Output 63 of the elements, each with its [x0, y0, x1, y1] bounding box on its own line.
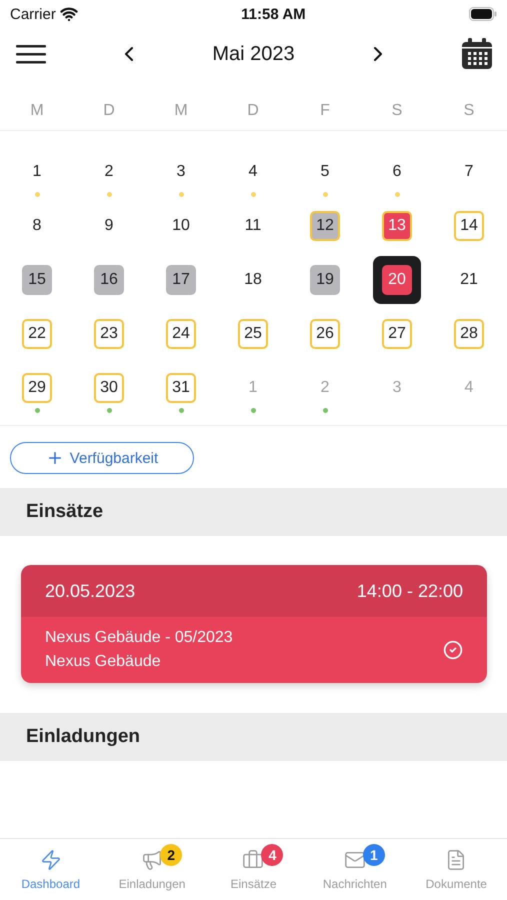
calendar-day[interactable]: 30: [94, 373, 124, 403]
calendar-day[interactable]: 4: [238, 157, 268, 187]
calendar-day[interactable]: 2: [94, 157, 124, 187]
calendar-day[interactable]: 7: [454, 157, 484, 187]
calendar-day[interactable]: 9: [94, 211, 124, 241]
wifi-icon: [60, 5, 78, 23]
calendar-day[interactable]: 22: [22, 319, 52, 349]
weekday-label: M: [30, 102, 44, 120]
weekday-label: D: [103, 102, 115, 120]
weekday-label: D: [247, 102, 259, 120]
tab-bar-item[interactable]: Nachrichten 1: [304, 839, 406, 900]
calendar-day[interactable]: 25: [238, 319, 268, 349]
tab-bar-item[interactable]: Einladungen 2: [101, 839, 203, 900]
calendar-day[interactable]: 27: [382, 319, 412, 349]
calendar-day[interactable]: 14: [454, 211, 484, 241]
calendar-day[interactable]: 17: [166, 265, 196, 295]
calendar-day[interactable]: 29: [22, 373, 52, 403]
availability-button[interactable]: Verfügbarkeit: [10, 442, 194, 474]
calendar-day[interactable]: 3: [166, 157, 196, 187]
check-circle-icon: [443, 640, 463, 660]
section-header: Einladungen: [0, 713, 507, 761]
calendar-day[interactable]: 24: [166, 319, 196, 349]
assignment-location: Nexus Gebäude: [45, 653, 162, 671]
calendar-day[interactable]: 23: [94, 319, 124, 349]
assignment-time: 14:00 - 22:00: [356, 580, 463, 602]
assignment-location: Nexus Gebäude - 05/2023: [45, 629, 233, 647]
weekday-label: S: [464, 102, 474, 120]
carrier-text: Carrier: [10, 6, 56, 22]
tab-bar-item[interactable]: Einsätze 4: [202, 839, 304, 900]
battery-icon: [468, 7, 497, 21]
count-badge: 2: [160, 844, 182, 866]
calendar-day[interactable]: 1: [22, 157, 52, 187]
megaphone-icon: [141, 849, 164, 871]
calendar-day[interactable]: 16: [94, 265, 124, 295]
calendar-icon[interactable]: [460, 38, 493, 70]
menu-icon[interactable]: [16, 44, 46, 64]
calendar-day[interactable]: 13: [382, 211, 412, 241]
calendar-day[interactable]: 10: [166, 211, 196, 241]
calendar-day[interactable]: 20: [382, 265, 412, 295]
calendar-day[interactable]: 12: [310, 211, 340, 241]
calendar-day[interactable]: 8: [22, 211, 52, 241]
weekday-label: M: [174, 102, 188, 120]
lightning-icon: [40, 849, 62, 871]
calendar-day[interactable]: 21: [454, 265, 484, 295]
calendar-day[interactable]: 15: [22, 265, 52, 295]
calendar-day[interactable]: 26: [310, 319, 340, 349]
weekday-label: S: [392, 102, 402, 120]
calendar-day[interactable]: 6: [382, 157, 412, 187]
count-badge: 4: [261, 844, 284, 866]
calendar-day[interactable]: 5: [310, 157, 340, 187]
section-header: Einsätze: [0, 488, 507, 536]
briefcase-icon: [242, 849, 264, 871]
assignment-date: 20.05.2023: [45, 580, 136, 602]
month-title: Mai 2023: [212, 42, 295, 66]
calendar-day[interactable]: 11: [238, 211, 268, 241]
calendar-day[interactable]: 18: [238, 265, 268, 295]
calendar-day[interactable]: 31: [166, 373, 196, 403]
mail-icon: [344, 849, 366, 871]
count-badge: 1: [362, 844, 385, 866]
status-time: 11:58 AM: [241, 6, 306, 22]
weekday-label: F: [320, 102, 330, 120]
calendar-day[interactable]: 19: [310, 265, 340, 295]
calendar-day[interactable]: 28: [454, 319, 484, 349]
